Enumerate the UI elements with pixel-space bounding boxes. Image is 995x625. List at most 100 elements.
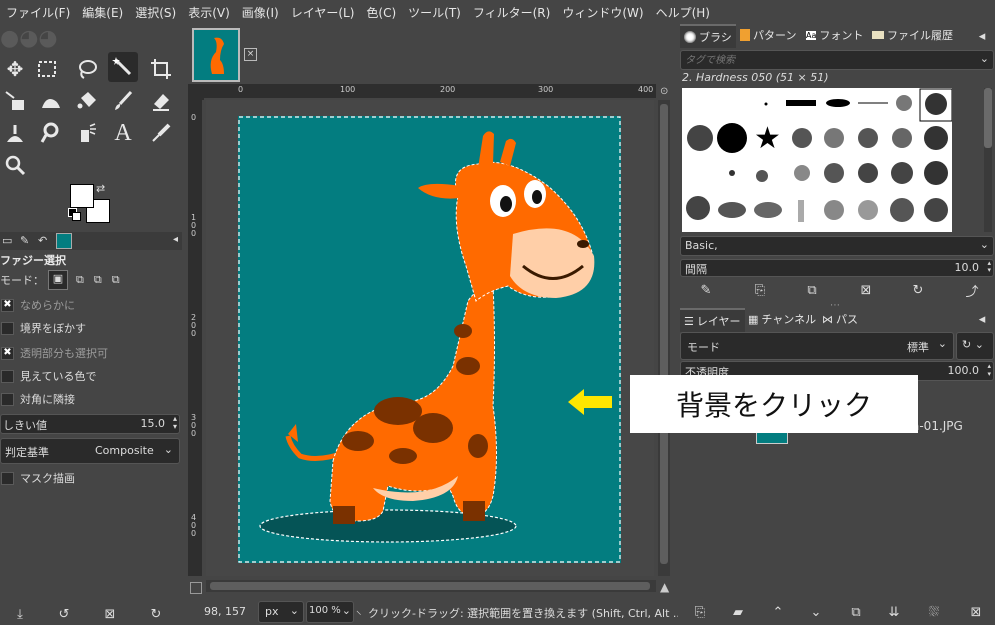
- transform-tool-icon[interactable]: [0, 86, 30, 116]
- panel-menu-icon[interactable]: ◂: [173, 234, 178, 245]
- zoom-tool-icon[interactable]: [0, 150, 30, 180]
- spacing-spin-icon[interactable]: ▴ ▾: [987, 260, 991, 274]
- menu-item-1[interactable]: 編集(E): [76, 4, 129, 21]
- fuzzy-select-tool-icon[interactable]: [108, 52, 138, 82]
- open-brush-as-image-icon[interactable]: ⤴: [962, 280, 982, 300]
- image-tab-thumbnail[interactable]: [192, 28, 240, 82]
- brush-grid-scrollbar[interactable]: [984, 88, 992, 232]
- save-options-icon[interactable]: ⤓: [10, 604, 30, 624]
- new-layer-icon[interactable]: ⎘: [690, 602, 710, 622]
- brush-tag-filter[interactable]: ⌄: [680, 50, 994, 70]
- mode-add-icon[interactable]: ⧉: [76, 273, 84, 287]
- tool-options-tab-icon[interactable]: ▭: [2, 234, 12, 247]
- spacing-slider[interactable]: 間隔 10.0 ▴ ▾: [680, 259, 994, 277]
- undo-history-tab-icon[interactable]: ↶: [38, 234, 47, 247]
- tab-brushes[interactable]: ブラシ: [680, 24, 736, 48]
- ruler-horizontal[interactable]: 0 100 200 300 400: [204, 84, 656, 98]
- edit-brush-icon[interactable]: ✎: [696, 280, 716, 300]
- tab-layers[interactable]: ☰ レイヤー: [680, 308, 745, 332]
- menu-item-2[interactable]: 選択(S): [129, 4, 182, 21]
- transparent-row[interactable]: ✖ 透明部分も選択可: [0, 343, 108, 363]
- antialias-row[interactable]: ✖ なめらかに: [0, 295, 75, 315]
- menu-item-8[interactable]: フィルター(R): [467, 4, 556, 21]
- tab-document-history[interactable]: ファイル履歴: [868, 24, 957, 46]
- criterion-dropdown[interactable]: 判定基準 Composite ⌄: [0, 438, 180, 464]
- delete-layer-icon[interactable]: ⊠: [966, 602, 986, 622]
- threshold-spin-icon[interactable]: ▴ ▾: [173, 415, 177, 431]
- rect-select-tool-icon[interactable]: [32, 54, 62, 84]
- new-brush-icon[interactable]: ⎘: [750, 280, 770, 300]
- draw-mask-checkbox[interactable]: [1, 471, 14, 485]
- horizontal-scrollbar[interactable]: [206, 580, 656, 592]
- text-tool-icon[interactable]: A: [108, 118, 138, 148]
- sample-merged-row[interactable]: 見えている色で: [0, 366, 96, 386]
- feather-row[interactable]: 境界をぼかす: [0, 318, 86, 338]
- swap-colors-icon[interactable]: ⇄: [96, 182, 105, 195]
- panel-menu-icon[interactable]: ◂: [972, 309, 992, 329]
- lasso-tool-icon[interactable]: [72, 54, 102, 84]
- image-canvas[interactable]: [238, 116, 621, 563]
- threshold-slider[interactable]: しきい値 15.0 ▴ ▾: [0, 414, 180, 434]
- dodge-burn-tool-icon[interactable]: [72, 118, 102, 148]
- brush-preset-dropdown[interactable]: Basic, ⌄: [680, 236, 994, 256]
- close-image-tab-icon[interactable]: ×: [244, 48, 257, 61]
- menu-item-4[interactable]: 画像(I): [236, 4, 285, 21]
- duplicate-brush-icon[interactable]: ⧉: [802, 280, 822, 300]
- zoom-dropdown[interactable]: 100 % ⌄: [306, 601, 354, 623]
- delete-options-icon[interactable]: ⊠: [100, 604, 120, 624]
- default-colors-icon[interactable]: [68, 208, 81, 221]
- tab-paths[interactable]: ⋈ パス: [818, 308, 862, 330]
- menu-item-5[interactable]: レイヤー(L): [285, 4, 361, 21]
- bucket-fill-tool-icon[interactable]: [72, 86, 102, 116]
- clone-tool-icon[interactable]: [0, 118, 30, 148]
- lower-layer-icon[interactable]: ⌄: [806, 602, 826, 622]
- tab-fonts[interactable]: Aa フォント: [802, 24, 867, 46]
- layer-mode-dropdown[interactable]: モード 標準 ⌄: [680, 332, 954, 360]
- reset-options-icon[interactable]: ↻: [146, 604, 166, 624]
- vertical-scrollbar[interactable]: [658, 100, 670, 576]
- delete-brush-icon[interactable]: ⊠: [856, 280, 876, 300]
- smudge-tool-icon[interactable]: [36, 118, 66, 148]
- diagonal-row[interactable]: 対角に隣接: [0, 389, 75, 409]
- color-picker-tool-icon[interactable]: [146, 118, 176, 148]
- merge-layer-icon[interactable]: ⇊: [884, 602, 904, 622]
- mode-subtract-icon[interactable]: ⧉: [94, 273, 102, 287]
- ruler-vertical[interactable]: 0 1 0 0 2 0 0 3 0 0 4 0 0: [188, 100, 202, 576]
- tab-channels[interactable]: ▦ チャンネル: [744, 308, 820, 330]
- images-tab-icon[interactable]: [56, 233, 72, 249]
- eraser-tool-icon[interactable]: [146, 86, 176, 116]
- menu-item-7[interactable]: ツール(T): [402, 4, 467, 21]
- raise-layer-icon[interactable]: ⌃: [768, 602, 788, 622]
- restore-options-icon[interactable]: ↺: [54, 604, 74, 624]
- menu-item-0[interactable]: ファイル(F): [0, 4, 76, 21]
- unit-dropdown[interactable]: px ⌄: [258, 601, 304, 623]
- chevron-down-icon[interactable]: ⌄: [980, 52, 989, 65]
- mode-replace-icon[interactable]: ▣: [48, 270, 68, 290]
- feather-checkbox[interactable]: [1, 321, 14, 335]
- zoom-follow-icon[interactable]: ⊙: [660, 86, 668, 97]
- warp-tool-icon[interactable]: [36, 86, 66, 116]
- menu-item-10[interactable]: ヘルプ(H): [650, 4, 716, 21]
- crop-tool-icon[interactable]: [146, 54, 176, 84]
- foreground-color-swatch[interactable]: [70, 184, 94, 208]
- panel-menu-icon[interactable]: ◂: [972, 26, 992, 46]
- sample-merged-checkbox[interactable]: [1, 369, 14, 383]
- move-tool-icon[interactable]: ✥: [0, 54, 30, 84]
- add-mask-icon[interactable]: ⛆: [924, 602, 944, 622]
- tab-patterns[interactable]: パターン: [736, 24, 800, 46]
- mode-intersect-icon[interactable]: ⧉: [112, 273, 120, 287]
- quick-mask-toggle-icon[interactable]: [190, 582, 202, 594]
- menu-item-6[interactable]: 色(C): [360, 4, 402, 21]
- draw-mask-row[interactable]: マスク描画: [0, 468, 75, 488]
- brush-grid[interactable]: ★: [682, 88, 952, 232]
- tag-filter-input[interactable]: [683, 52, 967, 68]
- duplicate-layer-icon[interactable]: ⧉: [846, 602, 866, 622]
- new-layer-group-icon[interactable]: ▰: [728, 602, 748, 622]
- menu-item-3[interactable]: 表示(V): [182, 4, 236, 21]
- device-status-tab-icon[interactable]: ✎: [20, 234, 29, 247]
- transparent-checkbox[interactable]: ✖: [1, 346, 14, 360]
- antialias-checkbox[interactable]: ✖: [1, 298, 14, 312]
- menu-item-9[interactable]: ウィンドウ(W): [556, 4, 649, 21]
- navigate-icon[interactable]: ▲: [660, 580, 669, 594]
- diagonal-checkbox[interactable]: [1, 392, 14, 406]
